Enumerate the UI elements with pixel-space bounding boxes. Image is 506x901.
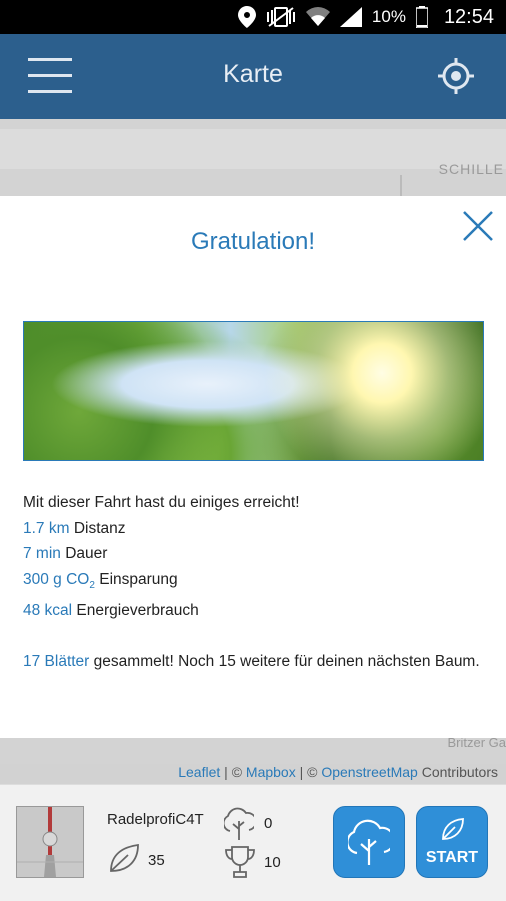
signal-icon — [339, 7, 362, 27]
leaves-value: 17 Blätter — [23, 653, 90, 671]
stat-label: Distanz — [69, 519, 126, 537]
battery-percent: 10% — [371, 7, 406, 26]
tree-button[interactable] — [333, 806, 405, 878]
dialog-title: Gratulation! — [190, 228, 316, 255]
stat-label: Einsparung — [94, 570, 178, 588]
clock: 12:54 — [443, 5, 494, 28]
map-road — [0, 129, 506, 169]
trophies-count: 10 — [264, 854, 281, 871]
leaflet-link[interactable]: Leaflet — [178, 764, 220, 780]
co2-value: 300 g CO — [23, 570, 90, 588]
location-icon — [237, 6, 256, 28]
stat-distance: 1.7 km Distanz — [23, 516, 493, 542]
openstreetmap-link[interactable]: OpenstreetMap — [321, 764, 418, 780]
bottom-bar: RadelprofiC4T 0 35 10 START — [0, 784, 506, 901]
leaf-icon — [442, 818, 464, 840]
stat-duration: 7 min Dauer — [23, 541, 493, 567]
wifi-icon — [305, 7, 330, 27]
avatar[interactable] — [16, 806, 84, 878]
trees-count: 0 — [264, 815, 273, 832]
attribution-contributors: Contributors — [417, 764, 498, 780]
leaves-message: 17 Blätter gesammelt! Noch 15 weitere fü… — [23, 649, 493, 675]
app-title: Karte — [223, 60, 283, 88]
intro-text: Mit dieser Fahrt hast du einiges erreich… — [23, 494, 300, 511]
dialog-body: Mit dieser Fahrt hast du einiges erreich… — [23, 490, 493, 675]
map-attribution: Leaflet | © Mapbox | © OpenstreetMap Con… — [0, 764, 506, 784]
stat-value: 48 kcal — [23, 602, 73, 620]
start-label: START — [425, 849, 479, 866]
app-bar: Karte — [0, 34, 506, 119]
stat-value: 300 g CO2 — [23, 570, 95, 591]
trophy-icon — [225, 846, 255, 878]
close-x-icon[interactable] — [462, 210, 494, 242]
attribution-separator: | © — [220, 764, 246, 780]
stat-energy: 48 kcal Energieverbrauch — [23, 598, 493, 624]
map-road-marker — [400, 175, 462, 197]
leaves-text: gesammelt! Noch 15 weitere für deinen nä… — [89, 653, 480, 671]
vibrate-icon — [266, 7, 295, 27]
stat-label: Dauer — [60, 545, 108, 563]
stat-value: 1.7 km — [23, 519, 70, 537]
tree-outline-icon — [224, 807, 254, 840]
leaves-count: 35 — [148, 852, 165, 869]
stat-label: Energieverbrauch — [72, 602, 199, 620]
start-button[interactable]: START — [416, 806, 488, 878]
tv-tower-image — [17, 807, 83, 877]
battery-icon — [415, 6, 428, 28]
username: RadelprofiC4T — [107, 811, 204, 828]
stat-value: 7 min — [23, 545, 61, 563]
mapbox-link[interactable]: Mapbox — [246, 764, 296, 780]
attribution-separator: | © — [295, 764, 322, 780]
forest-sun-image — [23, 321, 484, 461]
status-bar: 10% 12:54 — [0, 0, 506, 34]
leaf-outline-icon — [110, 843, 139, 872]
congratulation-dialog: Gratulation! Mit dieser Fahrt hast du ei… — [0, 196, 506, 738]
map-street-label: SCHILLE — [438, 161, 504, 177]
stat-co2: 300 g CO2 Einsparung — [23, 567, 493, 599]
tree-icon — [348, 819, 390, 865]
locate-crosshair-icon[interactable] — [436, 56, 476, 96]
